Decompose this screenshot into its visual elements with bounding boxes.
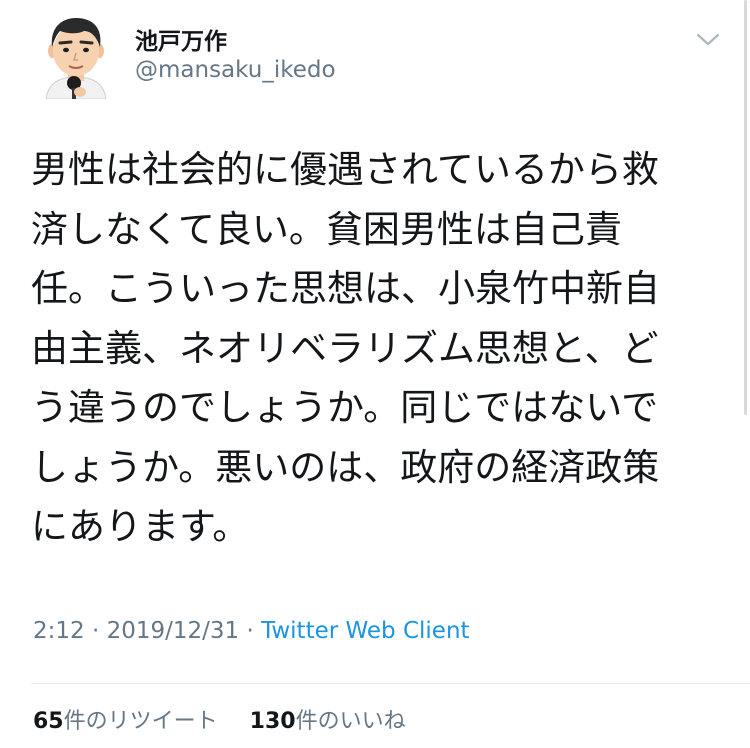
avatar[interactable] [40, 13, 112, 100]
tweet-source-link[interactable]: Twitter Web Client [261, 618, 469, 644]
scrollbar[interactable] [744, 0, 747, 415]
meta-separator: · [239, 618, 262, 644]
tweet-text-line: しょうか。悪いのは、政府の経済政策 [31, 445, 660, 489]
likes-stat[interactable]: 130件のいいね [250, 709, 406, 734]
tweet-metadata: 2:12 · 2019/12/31 · Twitter Web Client [33, 618, 470, 644]
tweet-stats: 65件のリツイート 130件のいいね [33, 703, 406, 735]
tweet-text-line: 済しなくて良い。貧困男性は自己責 [31, 207, 622, 251]
tweet-date[interactable]: 2019/12/31 [107, 618, 240, 644]
tweet-time[interactable]: 2:12 [33, 618, 85, 644]
tweet-text: 男性は社会的に優遇されているから救 済しなくて良い。貧困男性は自己責 任。こうい… [31, 140, 719, 557]
cartoon-man-avatar-icon [45, 18, 107, 100]
likes-label: 件のいいね [295, 709, 406, 734]
retweets-count: 65 [33, 709, 64, 734]
tweet-menu-button[interactable] [694, 28, 722, 50]
tweet-text-line: 由主義、ネオリベラリズム思想と、ど [31, 326, 659, 370]
author-display-name[interactable]: 池戸万作 [135, 22, 227, 56]
tweet-text-line: 任。こういった思想は、小泉竹中新自 [31, 267, 660, 310]
chevron-down-icon [696, 33, 720, 46]
meta-separator: · [84, 618, 107, 644]
tweet-text-line: 男性は社会的に優遇されているから救 [31, 148, 659, 191]
retweets-stat[interactable]: 65件のリツイート [33, 709, 218, 734]
tweet-text-line: にあります。 [31, 505, 250, 548]
divider [31, 683, 750, 684]
likes-count: 130 [249, 709, 296, 734]
author-handle[interactable]: @mansaku_ikedo [135, 57, 336, 83]
retweets-label: 件のリツイート [63, 709, 218, 734]
tweet-text-line: う違うのでしょうか。同じではないで [31, 386, 659, 429]
